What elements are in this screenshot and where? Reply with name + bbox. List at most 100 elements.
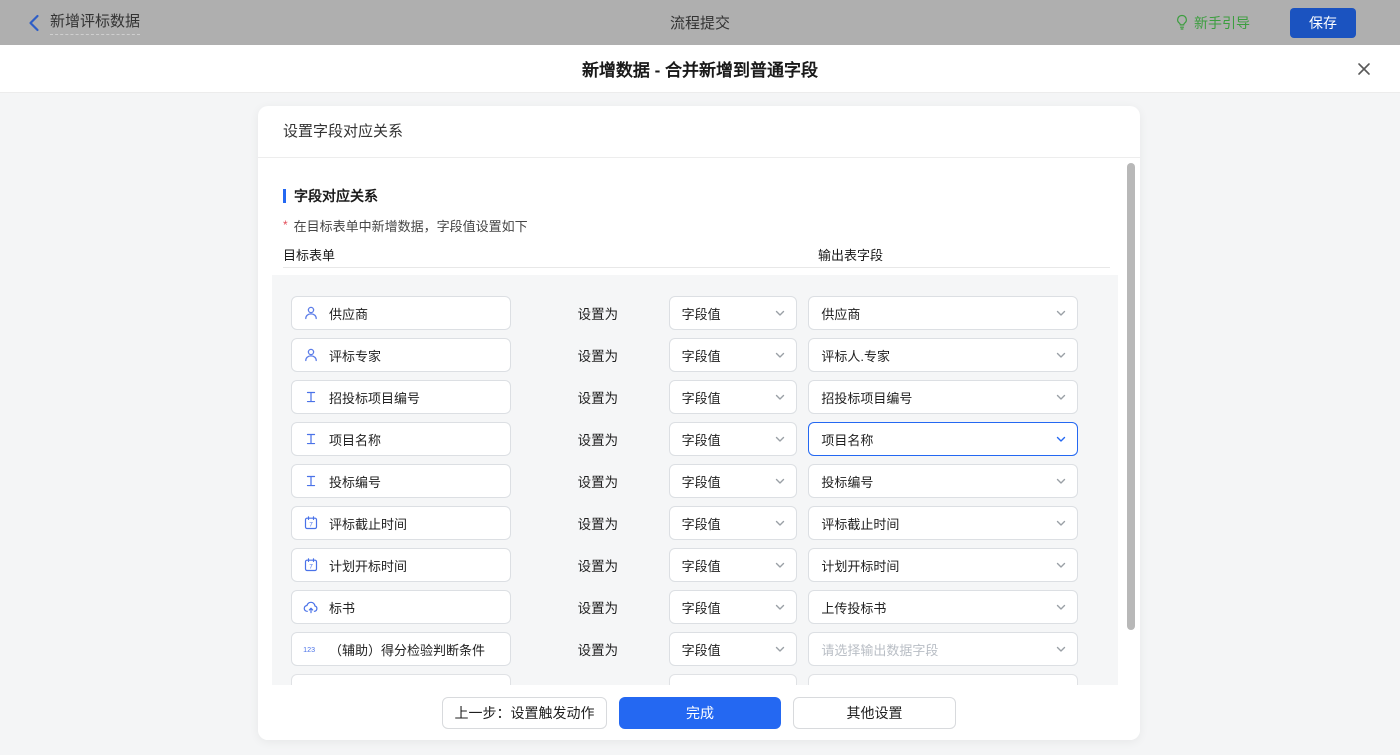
output-field-select[interactable]: 评标人.专家 (808, 338, 1078, 372)
set-as-label: 设置为 (578, 513, 620, 533)
value-type-select[interactable]: 字段值 (669, 506, 798, 540)
card-footer: 上一步：设置触发动作 完成 其他设置 (258, 685, 1140, 740)
field-mapping-rows: 供应商 设置为 字段值 供应商 评标专家 设置为 字段值 评标人.专家 招投标项 (272, 275, 1118, 685)
target-field-box: 评标专家 (291, 338, 511, 372)
chevron-down-icon (774, 433, 786, 445)
value-type-select[interactable]: 字段值 (669, 296, 798, 330)
column-output-fields: 输出表字段 (818, 245, 883, 264)
upload-icon (302, 599, 320, 615)
card-header-title: 设置字段对应关系 (258, 106, 1140, 158)
previous-step-button[interactable]: 上一步：设置触发动作 (442, 697, 607, 729)
chevron-down-icon (1055, 475, 1067, 487)
required-note: * 在目标表单中新增数据，字段值设置如下 (283, 216, 1140, 234)
set-as-label: 设置为 (578, 429, 620, 449)
value-type-select[interactable]: 字段值 (669, 380, 798, 414)
back-button[interactable] (28, 14, 40, 32)
target-field-box: 供应商 (291, 296, 511, 330)
output-field-select[interactable]: 招投标项目编号 (808, 380, 1078, 414)
target-field-box: 项目名称 (291, 422, 511, 456)
chevron-down-icon (774, 601, 786, 613)
column-target-form: 目标表单 (283, 248, 335, 263)
text-icon (302, 432, 320, 446)
modal-header: 新增数据 - 合并新增到普通字段 (0, 45, 1400, 93)
value-type-select[interactable]: 字段值 (669, 548, 798, 582)
output-field-select[interactable]: 评标截止时间 (808, 506, 1078, 540)
target-field-box: 7 计划开标时间 (291, 548, 511, 582)
section-title: 字段对应关系 (283, 189, 1140, 203)
chevron-down-icon (774, 643, 786, 655)
chevron-down-icon (774, 349, 786, 361)
field-mapping-row: 评标专家 设置为 字段值 评标人.专家 (291, 338, 1078, 372)
save-button[interactable]: 保存 (1290, 8, 1356, 38)
modal-body: 设置字段对应关系 字段对应关系 * 在目标表单中新增数据，字段值设置如下 目标表… (0, 93, 1400, 755)
field-mapping-row: 项目名称 设置为 字段值 项目名称 (291, 422, 1078, 456)
field-mapping-row: 投标编号 设置为 字段值 投标编号 (291, 464, 1078, 498)
chevron-down-icon (774, 307, 786, 319)
chevron-down-icon (774, 391, 786, 403)
svg-text:123: 123 (303, 646, 315, 654)
svg-text:7: 7 (309, 564, 313, 571)
output-field-select[interactable]: 项目名称 (808, 422, 1078, 456)
close-button[interactable] (1354, 59, 1374, 79)
value-type-select[interactable]: 字段值 (669, 632, 798, 666)
section-accent-bar (283, 189, 286, 203)
chevron-down-icon (1055, 307, 1067, 319)
section-title-text: 字段对应关系 (294, 186, 378, 206)
output-field-select[interactable]: 供应商 (808, 296, 1078, 330)
text-icon (302, 474, 320, 488)
field-mapping-card: 设置字段对应关系 字段对应关系 * 在目标表单中新增数据，字段值设置如下 目标表… (258, 106, 1140, 740)
target-field-box: 标书 (291, 590, 511, 624)
chevron-down-icon (1055, 391, 1067, 403)
target-field-box: 投标编号 (291, 464, 511, 498)
value-type-select[interactable]: 字段值 (669, 464, 798, 498)
guide-label: 新手引导 (1194, 13, 1250, 33)
value-type-select[interactable]: 字段值 (669, 422, 798, 456)
column-headers: 目标表单 输出表字段 (283, 245, 1140, 261)
other-settings-button[interactable]: 其他设置 (793, 697, 956, 729)
field-mapping-row-partial (291, 674, 1078, 685)
chevron-down-icon (1055, 559, 1067, 571)
chevron-down-icon (774, 559, 786, 571)
output-field-select[interactable]: 计划开标时间 (808, 548, 1078, 582)
calendar-icon: 7 (302, 515, 320, 531)
user-icon (302, 305, 320, 321)
output-field-select[interactable]: 投标编号 (808, 464, 1078, 498)
chevron-down-icon (774, 517, 786, 529)
value-type-select[interactable]: 字段值 (669, 590, 798, 624)
set-as-label: 设置为 (578, 303, 620, 323)
flow-name[interactable]: 新增评标数据 (50, 10, 140, 35)
field-mapping-row: 招投标项目编号 设置为 字段值 招投标项目编号 (291, 380, 1078, 414)
field-mapping-row: 7 计划开标时间 设置为 字段值 计划开标时间 (291, 548, 1078, 582)
calendar-icon: 7 (302, 557, 320, 573)
close-icon (1356, 61, 1372, 77)
set-as-label: 设置为 (578, 639, 620, 659)
target-field-box: 招投标项目编号 (291, 380, 511, 414)
done-button[interactable]: 完成 (619, 697, 781, 729)
svg-text:7: 7 (309, 522, 313, 529)
column-divider (283, 267, 1110, 268)
target-field-box (291, 674, 511, 685)
scrollbar-thumb[interactable] (1127, 163, 1135, 630)
beginner-guide-link[interactable]: 新手引导 (1175, 13, 1250, 33)
output-field-select[interactable]: 上传投标书 (808, 590, 1078, 624)
set-as-label: 设置为 (578, 345, 620, 365)
set-as-label: 设置为 (578, 387, 620, 407)
value-type-select (669, 674, 798, 685)
set-as-label: 设置为 (578, 555, 620, 575)
field-mapping-row: 123 （辅助）得分检验判断条件 设置为 字段值 请选择输出数据字段 (291, 632, 1078, 666)
text-icon (302, 390, 320, 404)
chevron-down-icon (1055, 643, 1067, 655)
back-chevron-icon (28, 14, 40, 32)
top-bar: 新增评标数据 流程提交 新手引导 保存 (0, 0, 1400, 45)
chevron-down-icon (1055, 349, 1067, 361)
chevron-down-icon (1055, 433, 1067, 445)
chevron-down-icon (1055, 517, 1067, 529)
set-as-label: 设置为 (578, 597, 620, 617)
required-asterisk: * (283, 218, 288, 232)
target-field-box: 123 （辅助）得分检验判断条件 (291, 632, 511, 666)
output-field-select (808, 674, 1078, 685)
field-mapping-row: 供应商 设置为 字段值 供应商 (291, 296, 1078, 330)
value-type-select[interactable]: 字段值 (669, 338, 798, 372)
set-as-label: 设置为 (578, 471, 620, 491)
output-field-select[interactable]: 请选择输出数据字段 (808, 632, 1078, 666)
